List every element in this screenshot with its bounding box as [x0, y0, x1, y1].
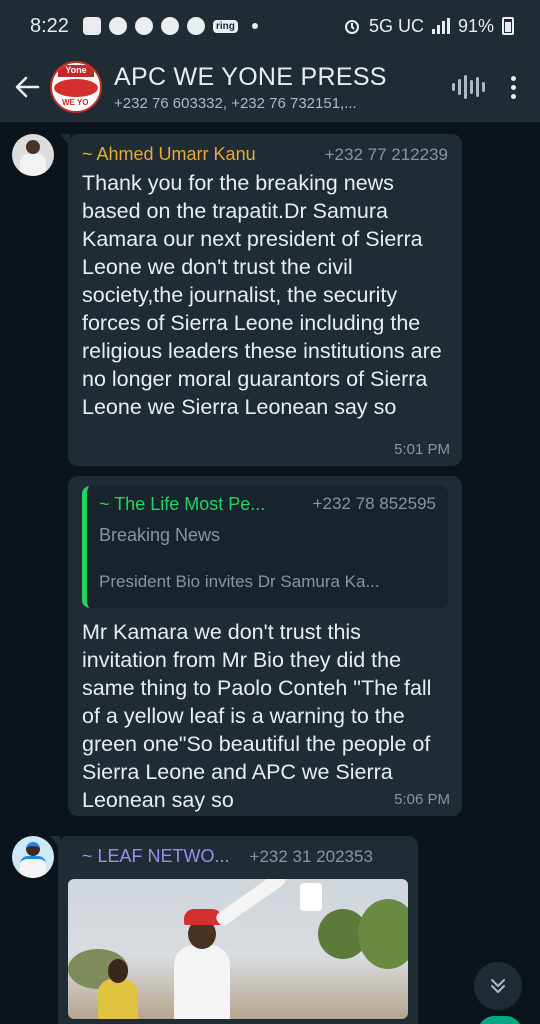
scroll-to-bottom-button[interactable]	[474, 962, 522, 1010]
messenger-icon	[108, 17, 127, 35]
battery-percent: 91%	[457, 15, 494, 36]
quote-sender: ~ The Life Most Pe...	[99, 494, 266, 514]
more-notifications-dot	[251, 23, 258, 29]
ring-icon: ring	[212, 19, 238, 33]
group-members: +232 76 603332, +232 76 732151,...	[114, 94, 357, 112]
facebook-icon	[186, 17, 205, 35]
chat-header: Yone WE YO APC WE YONE PRESS +232 76 603…	[0, 52, 540, 168]
quote-body: President Bio invites Dr Samura Ka...	[99, 572, 380, 591]
status-bar: 8:22 ring 5G UC 91%	[0, 0, 540, 52]
sender-phone: +232 31 202353	[249, 847, 373, 866]
message-time: 5:06 PM	[394, 791, 450, 808]
quoted-message[interactable]: ~ The Life Most Pe... +232 78 852595 Bre…	[82, 486, 448, 608]
message-photo[interactable]	[68, 879, 408, 1019]
message-bubble[interactable]: ~ LEAF NETWO... +232 31 202353	[50, 836, 418, 1024]
sender-phone: +232 77 212239	[324, 145, 448, 164]
back-arrow-icon[interactable]	[4, 64, 50, 110]
voice-chat-icon[interactable]	[452, 73, 485, 101]
facebook-icon	[160, 17, 179, 35]
group-avatar[interactable]: Yone WE YO	[50, 61, 102, 113]
chat-bubble-icon	[82, 17, 101, 35]
message-text: Mr Kamara we don't trust this invitation…	[82, 620, 432, 812]
battery-icon	[502, 17, 514, 35]
alarm-icon	[344, 20, 359, 34]
message-text: Thank you for the breaking news based on…	[82, 171, 442, 419]
message-bubble[interactable]: ~ The Life Most Pe... +232 78 852595 Bre…	[68, 476, 462, 816]
group-title: APC WE YONE PRESS	[114, 62, 387, 91]
message-bubble[interactable]: ~ Ahmed Umarr Kanu +232 77 212239 Thank …	[60, 134, 462, 466]
group-avatar-text-top: Yone	[58, 65, 94, 77]
message-time: 5:01 PM	[394, 441, 450, 458]
group-avatar-text-bottom: WE YO	[62, 98, 89, 107]
chat-area[interactable]: ~ Ahmed Umarr Kanu +232 77 212239 Thank …	[0, 122, 540, 1024]
group-info[interactable]: APC WE YONE PRESS +232 76 603332, +232 7…	[114, 63, 452, 112]
network-label: 5G UC	[368, 15, 424, 36]
status-time: 8:22	[30, 14, 69, 37]
sender-name[interactable]: ~ Ahmed Umarr Kanu	[82, 144, 256, 165]
sender-avatar[interactable]	[12, 134, 54, 176]
double-chevron-down-icon	[491, 979, 505, 993]
sender-avatar[interactable]	[12, 836, 54, 878]
sender-name[interactable]: ~ LEAF NETWO...	[82, 846, 230, 867]
more-options-icon[interactable]	[511, 75, 516, 99]
facebook-icon	[134, 17, 153, 35]
signal-icon	[431, 18, 450, 34]
quote-phone: +232 78 852595	[312, 494, 436, 513]
quote-title: Breaking News	[99, 525, 221, 545]
